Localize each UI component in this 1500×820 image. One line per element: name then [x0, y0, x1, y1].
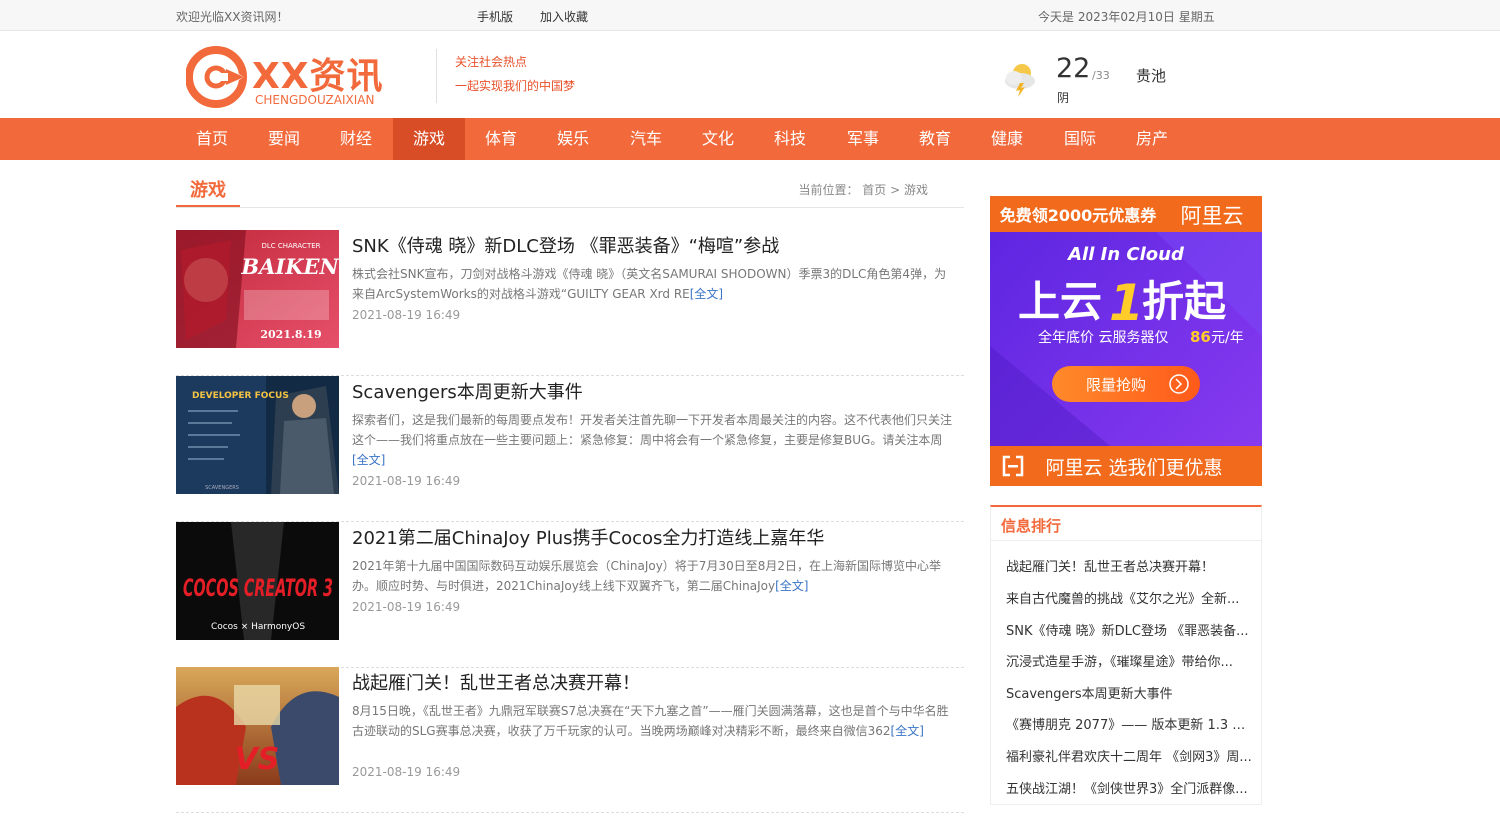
article-summary: 探索者们，这是我们最新的每周要点发布！开发者关注首先聊一下开发者本周最关注的内容… [352, 410, 952, 470]
top-bar: 欢迎光临XX资讯网！ 手机版 加入收藏 今天是 2023年02月10日 星期五 [0, 0, 1500, 31]
article-summary-text: 株式会社SNK宣布，刀剑对战格斗游戏《侍魂 晓》（英文名SAMURAI SHOD… [352, 267, 947, 301]
article-item: DEVELOPER FOCUS SCAVENGERS Scavengers本周更… [176, 376, 964, 522]
article-title[interactable]: SNK《侍魂 晓》新DLC登场 《罪恶装备》“梅喧”参战 [352, 232, 779, 258]
nav-item-realestate[interactable]: 房产 [1116, 118, 1188, 160]
breadcrumb-prefix: 当前位置： [798, 183, 859, 197]
article-thumbnail[interactable]: VS [176, 667, 339, 785]
mobile-link[interactable]: 手机版 [477, 8, 513, 25]
article-summary: 株式会社SNK宣布，刀剑对战格斗游戏《侍魂 晓》（英文名SAMURAI SHOD… [352, 264, 952, 304]
read-more-link[interactable]: [全文] [690, 287, 723, 301]
nav-item-auto[interactable]: 汽车 [610, 118, 682, 160]
ranking-header: 信息排行 [991, 507, 1261, 541]
thumb-title: DEVELOPER FOCUS [192, 391, 289, 401]
article-date: 2021-08-19 16:49 [352, 474, 461, 488]
logo-subtext: CHENGDOUZAIXIAN [255, 93, 375, 107]
thumb-caption: SCAVENGERS [205, 485, 239, 491]
thumb-caption: Cocos × HarmonyOS [211, 622, 305, 632]
nav-item-international[interactable]: 国际 [1044, 118, 1116, 160]
ad-price-unit: 元/年 [1211, 330, 1244, 346]
article-date: 2021-08-19 16:49 [352, 308, 461, 322]
nav-item-culture[interactable]: 文化 [682, 118, 754, 160]
article-item: DLC CHARACTER BAIKEN 2021.8.19 SNK《侍魂 晓》… [176, 230, 964, 376]
article-summary: 8月15日晚，《乱世王者》九鼎冠军联赛S7总决赛在“天下九塞之首”——雁门关圆满… [352, 701, 952, 741]
thumb-date: 2021.8.19 [260, 328, 321, 341]
main-nav: 首页 要闻 财经 游戏 体育 娱乐 汽车 文化 科技 军事 教育 健康 国际 房… [0, 118, 1500, 160]
nav-item-health[interactable]: 健康 [971, 118, 1043, 160]
thumb-title: BAIKEN [240, 254, 339, 279]
article-title[interactable]: 战起雁门关！乱世王者总决赛开幕！ [352, 669, 640, 695]
ranking-item[interactable]: 《赛博朋克 2077》—— 版本更新 1.3 带... [1006, 714, 1254, 733]
ad-bottom-text: 阿里云 选我们更优惠 [1045, 457, 1222, 479]
nav-item-military[interactable]: 军事 [827, 118, 899, 160]
article-thumbnail[interactable]: COCOS CREATOR 3 Cocos × HarmonyOS [176, 522, 339, 640]
nav-item-games[interactable]: 游戏 [393, 118, 465, 160]
thumb-title: VS [235, 742, 280, 777]
article-item: VS 战起雁门关！乱世王者总决赛开幕！ 8月15日晚，《乱世王者》九鼎冠军联赛S… [176, 667, 964, 813]
thumb-title: COCOS CREATOR 3 [183, 574, 333, 602]
ad-cta-button: 限量抢购 [1086, 376, 1146, 394]
article-summary-text: 2021年第十九届中国国际数码互动娱乐展览会（ChinaJoy）将于7月30日至… [352, 559, 941, 593]
breadcrumb: 当前位置： 首页 > 游戏 [798, 181, 928, 198]
ad-subtext: 全年底价 云服务器仅 [1038, 329, 1168, 346]
weather-city[interactable]: 贵池 [1136, 65, 1166, 86]
weather-condition: 阴 [1057, 91, 1070, 105]
weather-temp: 22 [1056, 53, 1091, 84]
nav-item-tech[interactable]: 科技 [754, 118, 826, 160]
header: XX资讯 CHENGDOUZAIXIAN 关注社会热点 一起实现我们的中国梦 2… [0, 31, 1500, 119]
ad-headline-b: 1 [1109, 274, 1144, 332]
read-more-link[interactable]: [全文] [775, 579, 808, 593]
ranking-item[interactable]: 战起雁门关！乱世王者总决赛开幕！ [1006, 556, 1254, 575]
ad-brand: 阿里云 [1181, 204, 1244, 228]
logo-text: XX资讯 [252, 56, 384, 97]
article-title[interactable]: Scavengers本周更新大事件 [352, 378, 583, 404]
article-item: COCOS CREATOR 3 Cocos × HarmonyOS 2021第二… [176, 522, 964, 668]
ranking-title: 信息排行 [1001, 517, 1062, 535]
nav-item-home[interactable]: 首页 [176, 118, 248, 160]
ad-headline-c: 折起 [1142, 277, 1227, 326]
nav-item-education[interactable]: 教育 [899, 118, 971, 160]
article-summary: 2021年第十九届中国国际数码互动娱乐展览会（ChinaJoy）将于7月30日至… [352, 556, 952, 596]
ranking-item[interactable]: Scavengers本周更新大事件 [1006, 683, 1254, 702]
breadcrumb-current[interactable]: 游戏 [904, 183, 928, 197]
ad-top-text: 免费领2000元优惠券 [1000, 206, 1158, 225]
article-summary-text: 探索者们，这是我们最新的每周要点发布！开发者关注首先聊一下开发者本周最关注的内容… [352, 413, 953, 447]
article-thumbnail[interactable]: DLC CHARACTER BAIKEN 2021.8.19 [176, 230, 339, 348]
cloud-lightning-icon [1005, 64, 1035, 97]
ranking-item[interactable]: 来自古代魔兽的挑战《艾尔之光》全新... [1006, 588, 1254, 607]
ad-price: 86 [1190, 328, 1211, 346]
breadcrumb-separator: > [886, 183, 904, 197]
ranking-item[interactable]: 福利豪礼伴君欢庆十二周年 《剑网3》周... [1006, 746, 1254, 765]
weather-high: /33 [1092, 69, 1110, 82]
nav-item-news[interactable]: 要闻 [248, 118, 320, 160]
article-thumbnail[interactable]: DEVELOPER FOCUS SCAVENGERS [176, 376, 339, 494]
ad-tagline: All In Cloud [1066, 244, 1185, 265]
ad-headline-a: 上云 [1018, 277, 1102, 326]
date-text: 今天是 2023年02月10日 星期五 [1038, 10, 1215, 24]
logo-icon [186, 46, 247, 108]
add-favorite-link[interactable]: 加入收藏 [540, 8, 588, 25]
nav-item-entertainment[interactable]: 娱乐 [537, 118, 609, 160]
aliyun-ad-banner[interactable]: 免费领2000元优惠券 阿里云 All In Cloud 上云 1 折起 全年底… [990, 196, 1262, 486]
read-more-link[interactable]: [全文] [352, 453, 385, 467]
thumb-caption: DLC CHARACTER [261, 242, 320, 250]
ranking-item[interactable]: 五侠战江湖！《剑侠世界3》全门派群像... [1006, 778, 1254, 797]
section-title: 游戏 [176, 176, 240, 207]
slogan-line-1: 关注社会热点 [455, 55, 528, 69]
welcome-text: 欢迎光临XX资讯网！ [176, 10, 289, 24]
read-more-link[interactable]: [全文] [891, 724, 924, 738]
ranking-item[interactable]: 沉浸式造星手游，《璀璨星途》带给你... [1006, 651, 1254, 670]
nav-item-sports[interactable]: 体育 [465, 118, 537, 160]
ranking-item[interactable]: SNK《侍魂 晓》新DLC登场 《罪恶装备... [1006, 620, 1254, 639]
article-title[interactable]: 2021第二届ChinaJoy Plus携手Cocos全力打造线上嘉年华 [352, 524, 824, 550]
ranking-panel: 信息排行 战起雁门关！乱世王者总决赛开幕！ 来自古代魔兽的挑战《艾尔之光》全新.… [990, 505, 1262, 805]
article-date: 2021-08-19 16:49 [352, 600, 461, 614]
breadcrumb-home[interactable]: 首页 [862, 183, 886, 197]
site-logo[interactable]: XX资讯 CHENGDOUZAIXIAN [186, 45, 401, 109]
article-date: 2021-08-19 16:49 [352, 765, 461, 779]
slogan-divider [436, 49, 437, 103]
section-header: 游戏 当前位置： 首页 > 游戏 [176, 176, 964, 208]
nav-item-finance[interactable]: 财经 [320, 118, 392, 160]
slogan-line-2: 一起实现我们的中国梦 [455, 79, 576, 93]
article-summary-text: 8月15日晚，《乱世王者》九鼎冠军联赛S7总决赛在“天下九塞之首”——雁门关圆满… [352, 704, 949, 738]
